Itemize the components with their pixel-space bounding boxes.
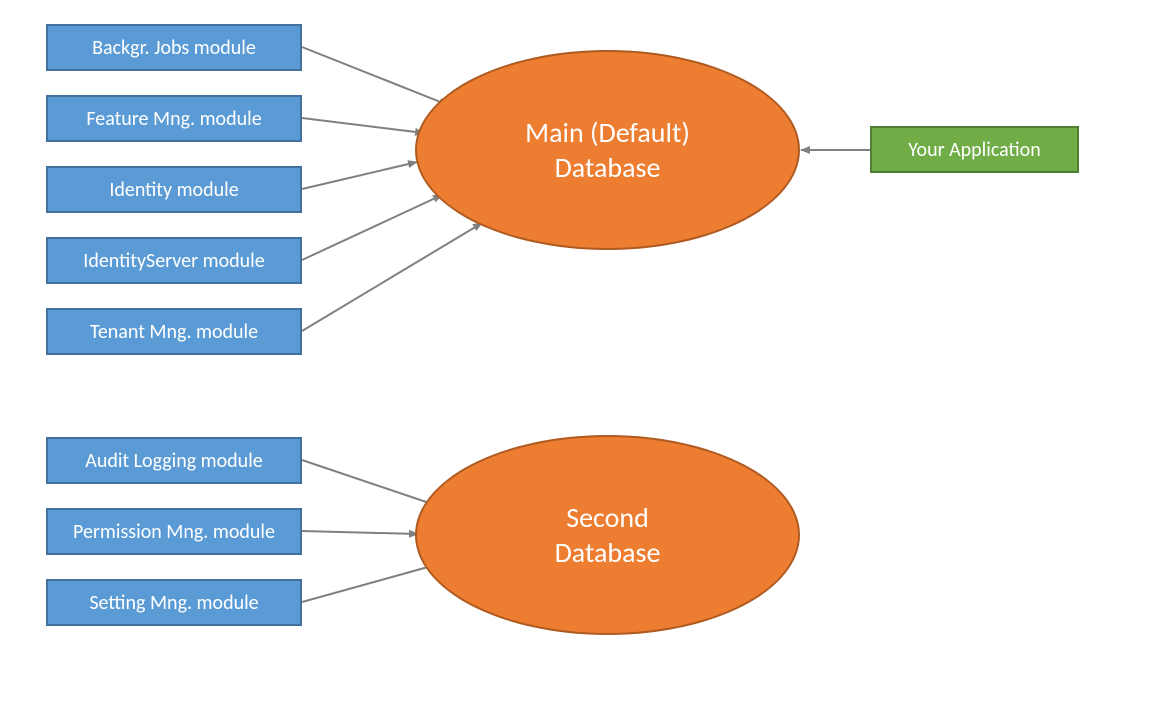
module-feature-mng: Feature Mng. module [46,95,302,142]
main-database-text: Main (Default) Database [525,115,690,185]
second-database-ellipse: Second Database [415,435,800,635]
module-tenant-mng: Tenant Mng. module [46,308,302,355]
module-label: Feature Mng. module [86,107,261,131]
arrow-identity [302,162,417,189]
arrow-permission-mng [302,531,418,534]
module-label: Backgr. Jobs module [92,36,256,60]
module-identityserver: IdentityServer module [46,237,302,284]
module-label: Audit Logging module [85,449,262,473]
second-database-line1: Second [566,500,649,535]
module-label: Permission Mng. module [73,520,275,544]
module-label: Identity module [109,178,238,202]
your-application-label: Your Application [908,138,1040,162]
module-label: Setting Mng. module [89,591,258,615]
arrow-feature-mng [302,118,424,133]
main-database-line2: Database [555,150,661,185]
module-identity: Identity module [46,166,302,213]
module-backgr-jobs: Backgr. Jobs module [46,24,302,71]
main-database-ellipse: Main (Default) Database [415,50,800,250]
arrow-identityserver [302,195,442,260]
module-permission-mng: Permission Mng. module [46,508,302,555]
arrow-setting-mng [302,562,446,602]
second-database-line2: Database [555,535,661,570]
main-database-line1: Main (Default) [525,115,690,150]
module-setting-mng: Setting Mng. module [46,579,302,626]
module-label: Tenant Mng. module [90,320,258,344]
module-audit-logging: Audit Logging module [46,437,302,484]
second-database-text: Second Database [555,500,661,570]
arrow-backgr-jobs [302,47,448,105]
your-application-box: Your Application [870,126,1079,173]
arrow-audit-logging [302,460,444,508]
arrow-tenant-mng [302,223,482,331]
module-label: IdentityServer module [83,249,264,273]
